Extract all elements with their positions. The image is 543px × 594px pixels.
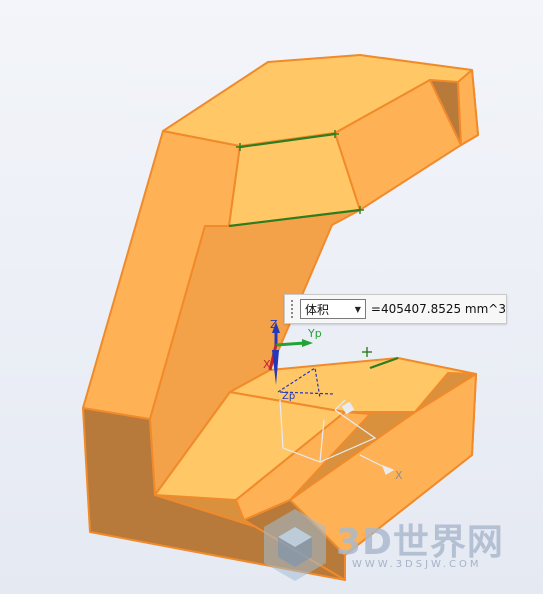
- axis-label-zp: Zp: [282, 391, 296, 402]
- view-axis-label-x: X: [395, 469, 403, 482]
- axis-label-x: X: [263, 358, 271, 371]
- watermark-url: WWW.3DSJW.COM: [352, 559, 482, 570]
- cube-logo-icon: [264, 509, 326, 581]
- watermark-brand: 3D世界网: [336, 522, 504, 563]
- measure-type-dropdown[interactable]: 体积 ▼: [300, 299, 366, 319]
- drag-handle-icon[interactable]: [287, 295, 296, 323]
- measure-result-box[interactable]: 体积 ▼ =405407.8525 mm^3: [284, 294, 507, 324]
- measure-type-label: 体积: [305, 302, 330, 317]
- watermark-logo: 3D世界网 WWW.3DSJW.COM: [260, 505, 530, 585]
- measure-value-text: =405407.8525 mm^3: [370, 302, 506, 316]
- axis-label-yp: Yp: [308, 327, 322, 340]
- graphics-viewport[interactable]: Z X Yp Zp X 体积 ▼ =405407.8525 mm^3 3D世界网…: [0, 0, 543, 594]
- dropdown-arrow-icon: ▼: [354, 304, 361, 314]
- axis-label-z: Z: [270, 318, 278, 331]
- arm-end-cap: [457, 69, 479, 146]
